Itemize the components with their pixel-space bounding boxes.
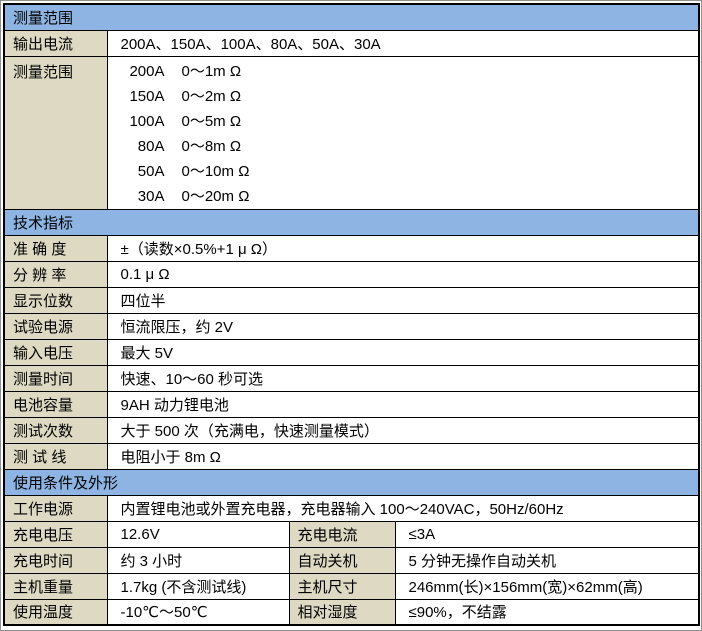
row-value: 200A、150A、100A、80A、50A、30A xyxy=(107,30,699,56)
row-value: 9AH 动力锂电池 xyxy=(107,391,699,417)
row-resolution: 分 辨 率 0.1 μ Ω xyxy=(4,261,699,287)
row-value: 0.1 μ Ω xyxy=(107,261,699,287)
row-label: 相对湿度 xyxy=(289,599,395,625)
range-current: 100A xyxy=(121,109,165,134)
row-value: 5 分钟无操作自动关机 xyxy=(395,547,699,573)
range-value: 0～8m Ω xyxy=(182,134,242,159)
row-test-power: 试验电源 恒流限压，约 2V xyxy=(4,313,699,339)
row-weight-size: 主机重量 1.7kg (不含测试线) 主机尺寸 246mm(长)×156mm(宽… xyxy=(4,573,699,599)
row-test-count: 测试次数 大于 500 次（充满电，快速测量模式） xyxy=(4,417,699,443)
section-header-measure-range: 测量范围 xyxy=(4,4,699,30)
row-label: 测量时间 xyxy=(4,365,107,391)
section-header-tech-specs: 技术指标 xyxy=(4,209,699,235)
range-value: 0～10m Ω xyxy=(182,159,250,184)
row-accuracy: 准 确 度 ±（读数×0.5%+1 μ Ω） xyxy=(4,235,699,261)
row-value: 最大 5V xyxy=(107,339,699,365)
range-line: 200A 0～1m Ω xyxy=(121,59,699,84)
row-value: ±（读数×0.5%+1 μ Ω） xyxy=(107,235,699,261)
row-label: 充电电流 xyxy=(289,521,395,547)
row-value: 200A 0～1m Ω 150A 0～2m Ω 100A 0～5m Ω 80A … xyxy=(107,56,699,209)
row-test-lead: 测 试 线 电阻小于 8m Ω xyxy=(4,443,699,469)
row-battery-capacity: 电池容量 9AH 动力锂电池 xyxy=(4,391,699,417)
row-label: 准 确 度 xyxy=(4,235,107,261)
row-output-current: 输出电流 200A、150A、100A、80A、50A、30A xyxy=(4,30,699,56)
screenshot-frame: 测量范围 输出电流 200A、150A、100A、80A、50A、30A 测量范… xyxy=(0,0,702,631)
row-label: 显示位数 xyxy=(4,287,107,313)
range-current: 30A xyxy=(121,184,165,209)
row-value: 快速、10～60 秒可选 xyxy=(107,365,699,391)
row-label: 充电电压 xyxy=(4,521,107,547)
range-value: 0～20m Ω xyxy=(182,184,250,209)
row-label: 充电时间 xyxy=(4,547,107,573)
range-value: 0～5m Ω xyxy=(182,109,242,134)
row-charge-voltage-current: 充电电压 12.6V 充电电流 ≤3A xyxy=(4,521,699,547)
row-measure-range: 测量范围 200A 0～1m Ω 150A 0～2m Ω 100A 0～5m Ω… xyxy=(4,56,699,209)
row-label: 主机重量 xyxy=(4,573,107,599)
range-line: 150A 0～2m Ω xyxy=(121,84,699,109)
row-label: 测试次数 xyxy=(4,417,107,443)
range-line: 30A 0～20m Ω xyxy=(121,184,699,209)
section-title: 使用条件及外形 xyxy=(4,469,699,495)
row-value: 246mm(长)×156mm(宽)×62mm(高) xyxy=(395,573,699,599)
row-value: ≤3A xyxy=(395,521,699,547)
row-value: 大于 500 次（充满电，快速测量模式） xyxy=(107,417,699,443)
row-value: 电阻小于 8m Ω xyxy=(107,443,699,469)
row-value: -10℃～50℃ xyxy=(107,599,289,625)
range-current: 200A xyxy=(121,59,165,84)
range-line: 50A 0～10m Ω xyxy=(121,159,699,184)
row-value: 恒流限压，约 2V xyxy=(107,313,699,339)
row-value: 12.6V xyxy=(107,521,289,547)
row-value: 1.7kg (不含测试线) xyxy=(107,573,289,599)
row-input-voltage: 输入电压 最大 5V xyxy=(4,339,699,365)
range-value: 0～1m Ω xyxy=(182,59,242,84)
row-value: 内置锂电池或外置充电器，充电器输入 100～240VAC，50Hz/60Hz xyxy=(107,495,699,521)
row-temp-humidity: 使用温度 -10℃～50℃ 相对湿度 ≤90%，不结露 xyxy=(4,599,699,625)
row-measure-time: 测量时间 快速、10～60 秒可选 xyxy=(4,365,699,391)
range-value: 0～2m Ω xyxy=(182,84,242,109)
row-display-digits: 显示位数 四位半 xyxy=(4,287,699,313)
row-value: 四位半 xyxy=(107,287,699,313)
range-line: 100A 0～5m Ω xyxy=(121,109,699,134)
spec-table: 测量范围 输出电流 200A、150A、100A、80A、50A、30A 测量范… xyxy=(3,3,700,626)
row-label: 自动关机 xyxy=(289,547,395,573)
section-header-usage-conditions: 使用条件及外形 xyxy=(4,469,699,495)
section-title: 测量范围 xyxy=(4,4,699,30)
range-current: 150A xyxy=(121,84,165,109)
row-label: 电池容量 xyxy=(4,391,107,417)
row-label: 使用温度 xyxy=(4,599,107,625)
row-work-power: 工作电源 内置锂电池或外置充电器，充电器输入 100～240VAC，50Hz/6… xyxy=(4,495,699,521)
section-title: 技术指标 xyxy=(4,209,699,235)
row-value: ≤90%，不结露 xyxy=(395,599,699,625)
row-label: 输出电流 xyxy=(4,30,107,56)
row-label: 测 试 线 xyxy=(4,443,107,469)
row-label: 分 辨 率 xyxy=(4,261,107,287)
row-value: 约 3 小时 xyxy=(107,547,289,573)
range-line: 80A 0～8m Ω xyxy=(121,134,699,159)
range-current: 80A xyxy=(121,134,165,159)
row-charge-time-autooff: 充电时间 约 3 小时 自动关机 5 分钟无操作自动关机 xyxy=(4,547,699,573)
row-label: 主机尺寸 xyxy=(289,573,395,599)
row-label: 输入电压 xyxy=(4,339,107,365)
range-current: 50A xyxy=(121,159,165,184)
row-label: 试验电源 xyxy=(4,313,107,339)
row-label: 测量范围 xyxy=(4,56,107,209)
row-label: 工作电源 xyxy=(4,495,107,521)
